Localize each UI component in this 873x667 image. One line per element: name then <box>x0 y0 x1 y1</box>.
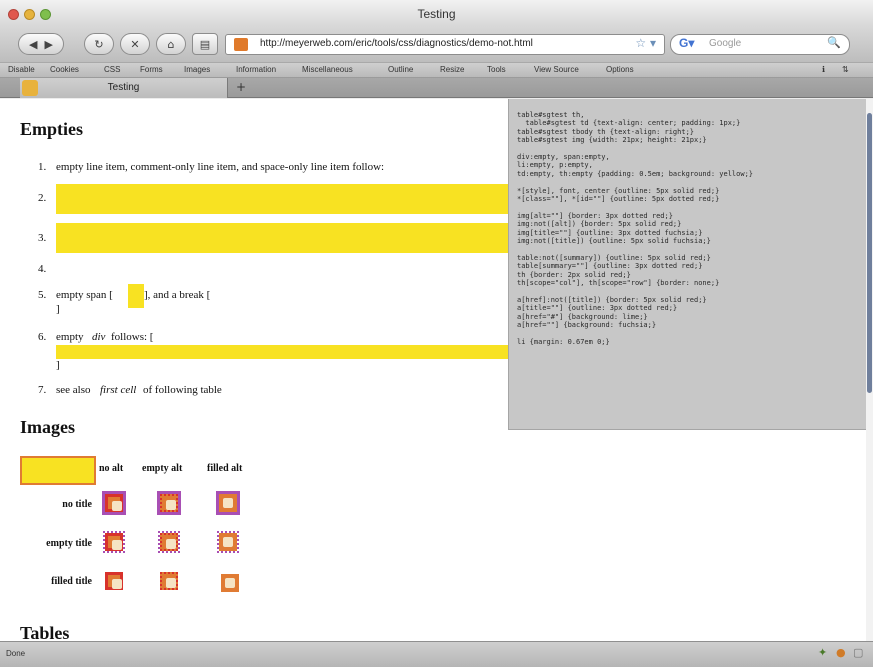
address-bar[interactable]: http://meyerweb.com/eric/tools/css/diagn… <box>225 34 665 55</box>
devbar-menu-forms[interactable]: Forms <box>140 65 163 74</box>
test-image-filled-alt-no-title <box>216 491 240 515</box>
reload-icon: ↻ <box>94 37 104 51</box>
empty-div-highlight <box>56 345 508 359</box>
tab-favicon-icon <box>22 80 38 96</box>
list-item-text: see also <box>56 384 91 396</box>
browser-window: Testing ◀ ▶ ↻ ✕ ⌂ ▤ http://meyerweb.com/… <box>0 0 873 667</box>
list-item-text: of following table <box>143 384 222 396</box>
search-magnifier-icon[interactable]: 🔍 <box>827 36 841 49</box>
back-arrow-icon[interactable]: ◀ <box>29 38 37 51</box>
list-item-number: 2. <box>38 192 47 204</box>
test-image-filled-alt-empty-title <box>217 531 239 553</box>
test-image-empty-alt-no-title <box>157 491 181 515</box>
google-search-engine-icon[interactable]: G▾ <box>679 36 694 50</box>
devbar-menu-tools[interactable]: Tools <box>487 65 506 74</box>
devbar-menu-miscellaneous[interactable]: Miscellaneous <box>302 65 353 74</box>
site-favicon-icon <box>234 38 248 51</box>
devbar-menu-images[interactable]: Images <box>184 65 210 74</box>
devbar-menu-css[interactable]: CSS <box>104 65 120 74</box>
test-image-no-alt-filled-title <box>105 572 123 590</box>
list-item-number: 7. <box>38 384 47 396</box>
list-item-number: 1. <box>38 161 47 173</box>
window-resize-grip-icon[interactable]: ▢ <box>853 646 863 659</box>
addon-puzzle-icon[interactable]: ✦ <box>818 646 827 659</box>
devbar-menu-options[interactable]: Options <box>606 65 634 74</box>
forward-arrow-icon[interactable]: ▶ <box>45 38 53 51</box>
tab-label: Testing <box>107 82 140 93</box>
addon-firebug-icon[interactable]: ● <box>836 646 846 659</box>
images-heading: Images <box>20 417 75 437</box>
devbar-menu-view-source[interactable]: View Source <box>534 65 579 74</box>
url-text: http://meyerweb.com/eric/tools/css/diagn… <box>260 38 533 49</box>
css-source-panel: table#sgtest th, table#sgtest td {text-a… <box>508 99 866 430</box>
test-image-empty-alt-empty-title <box>158 531 180 553</box>
list-item-text: empty <box>56 331 84 343</box>
devbar-status-icon: ℹ <box>822 65 826 74</box>
page-viewport: Empties 1. empty line item, comment-only… <box>0 99 873 641</box>
list-item-text: ], and a break [ <box>144 289 211 301</box>
empties-heading: Empties <box>20 119 83 139</box>
devbar-menu-information[interactable]: Information <box>236 65 276 74</box>
empty-table-cell-highlight <box>20 456 96 485</box>
vertical-scrollbar[interactable] <box>866 99 873 641</box>
list-item-emphasis: first cell <box>100 384 137 396</box>
list-item-number: 6. <box>38 331 47 343</box>
search-placeholder: Google <box>709 38 742 49</box>
tab-bar: Testing + <box>0 78 873 98</box>
column-header-no-alt: no alt <box>99 463 124 474</box>
row-header-empty-title: empty title <box>46 538 92 549</box>
empty-line-item-highlight <box>56 184 508 214</box>
back-forward-buttons[interactable]: ◀ ▶ <box>18 33 64 55</box>
devbar-menu-cookies[interactable]: Cookies <box>50 65 79 74</box>
tab-testing[interactable]: Testing <box>20 78 228 98</box>
test-image-filled-alt-filled-title <box>221 574 239 592</box>
row-header-filled-title: filled title <box>51 576 92 587</box>
title-bar: Testing <box>0 0 873 28</box>
column-header-empty-alt: empty alt <box>142 463 183 474</box>
test-image-empty-alt-filled-title <box>160 572 178 590</box>
devbar-navigation-icon[interactable]: ⇅ <box>842 65 849 74</box>
status-text: Done <box>6 649 26 658</box>
list-item-text: empty span [ <box>56 289 113 301</box>
tables-heading: Tables <box>20 623 70 641</box>
test-image-no-alt-no-title <box>102 491 126 515</box>
list-item-emphasis: div <box>92 331 106 343</box>
bookmark-button[interactable]: ▤ <box>192 33 218 55</box>
list-item-number: 3. <box>38 232 47 244</box>
test-image-no-alt-empty-title <box>103 531 125 553</box>
devbar-menu-disable[interactable]: Disable <box>8 65 35 74</box>
row-header-no-title: no title <box>62 499 92 510</box>
empty-span-highlight <box>128 284 144 308</box>
devbar-menu-resize[interactable]: Resize <box>440 65 464 74</box>
column-header-filled-alt: filled alt <box>207 463 243 474</box>
search-field[interactable]: G▾ Google 🔍 <box>670 34 850 55</box>
status-bar: Done ✦ ● ▢ <box>0 641 873 667</box>
new-tab-plus-icon[interactable]: + <box>230 80 252 96</box>
list-item-text: ] <box>56 303 60 315</box>
stop-icon: ✕ <box>130 37 140 51</box>
star-bookmark-icon[interactable]: ☆ ▾ <box>635 36 656 50</box>
list-item-text: ] <box>56 359 60 371</box>
list-item-number: 5. <box>38 289 47 301</box>
window-title: Testing <box>417 7 456 21</box>
list-item-text: follows: [ <box>111 331 154 343</box>
devbar-menu-outline[interactable]: Outline <box>388 65 413 74</box>
list-item-number: 4. <box>38 263 47 275</box>
scrollbar-thumb[interactable] <box>867 113 872 393</box>
navigation-toolbar: ◀ ▶ ↻ ✕ ⌂ ▤ http://meyerweb.com/eric/too… <box>0 26 873 62</box>
stop-button[interactable]: ✕ <box>120 33 150 55</box>
comment-only-line-item-highlight <box>56 223 508 253</box>
home-icon: ⌂ <box>167 37 175 51</box>
reload-button[interactable]: ↻ <box>84 33 114 55</box>
bookmark-icon: ▤ <box>199 37 211 51</box>
page-content: Empties 1. empty line item, comment-only… <box>0 99 866 641</box>
list-item-text: empty line item, comment-only line item,… <box>56 161 385 173</box>
web-developer-toolbar: Disable Cookies CSS Forms Images Informa… <box>0 62 873 78</box>
home-button[interactable]: ⌂ <box>156 33 186 55</box>
